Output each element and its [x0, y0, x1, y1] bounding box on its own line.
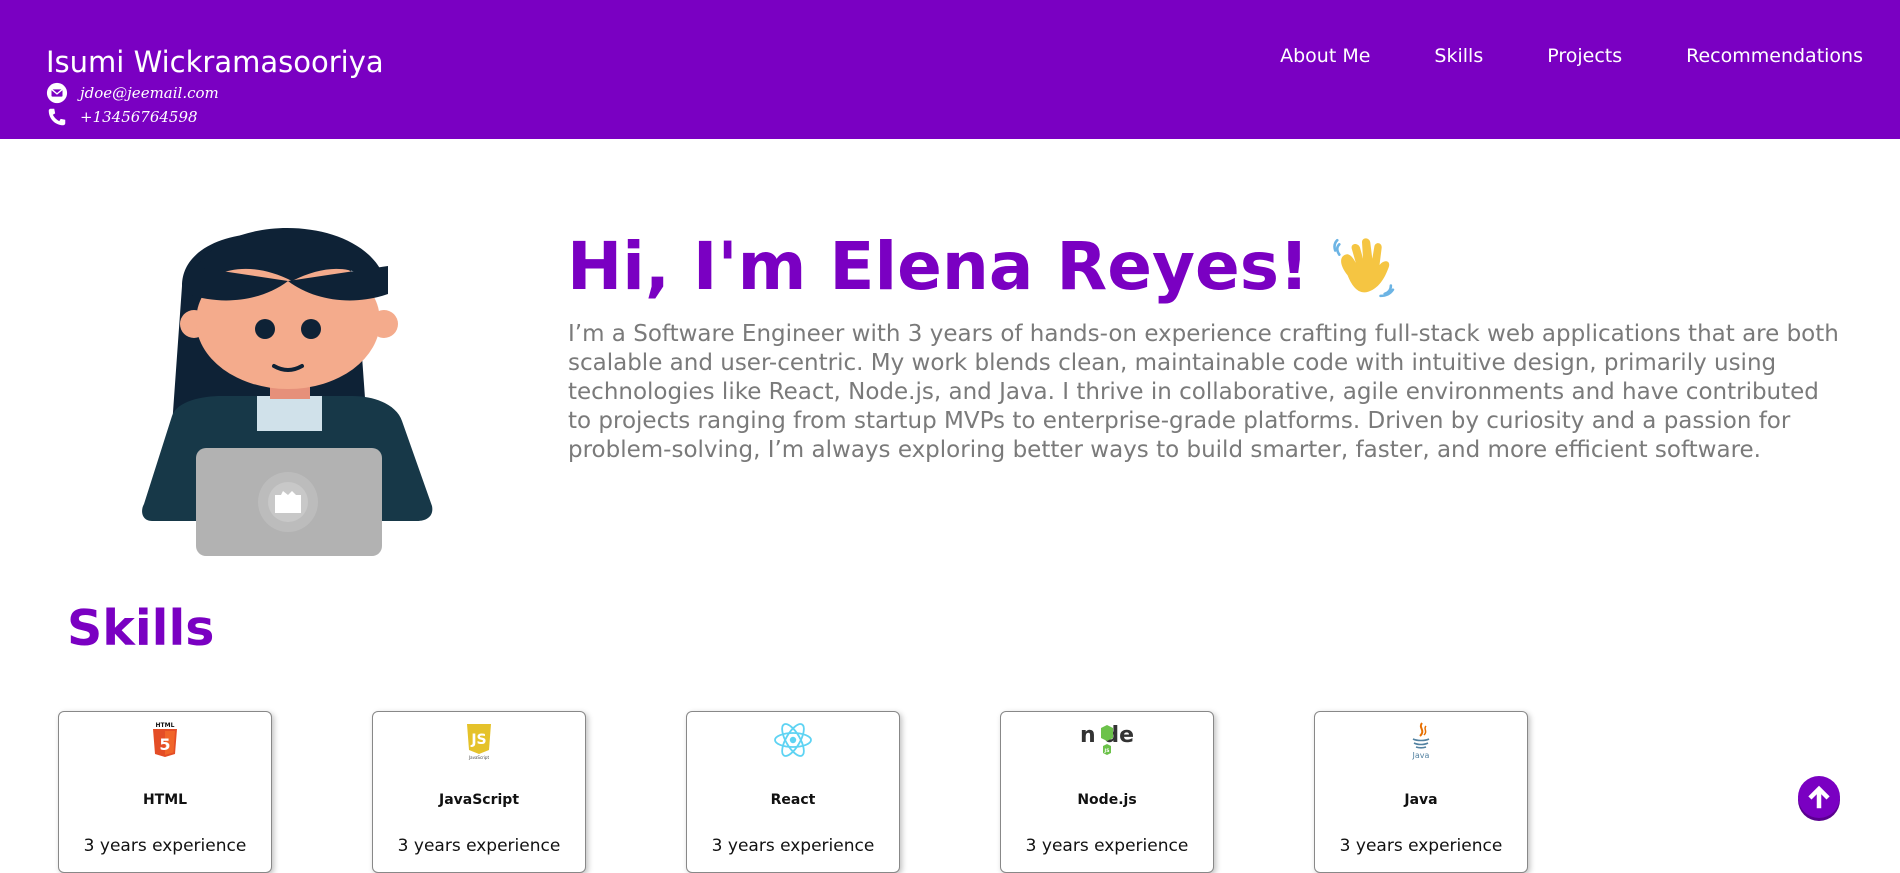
svg-text:Java: Java	[1412, 751, 1430, 760]
email-text: jdoe@jeemail.com	[80, 84, 219, 102]
nav-recommendations[interactable]: Recommendations	[1686, 45, 1863, 67]
skill-name: Node.js	[1077, 792, 1137, 808]
nodejs-icon: n de JS	[1080, 723, 1134, 755]
phone-contact[interactable]: +13456764598	[46, 106, 198, 128]
skill-name: JavaScript	[438, 792, 520, 808]
svg-text:JavaScript: JavaScript	[468, 755, 489, 760]
skill-card-javascript: JS JavaScript JavaScript 3 years experie…	[372, 711, 586, 873]
skill-experience: 3 years experience	[711, 836, 875, 856]
main-nav: About Me Skills Projects Recommendations	[1216, 45, 1863, 67]
nav-about-me[interactable]: About Me	[1280, 45, 1370, 67]
nav-projects[interactable]: Projects	[1547, 45, 1622, 67]
skill-card-java: Java Java 3 years experience	[1314, 711, 1528, 873]
email-contact[interactable]: jdoe@jeemail.com	[46, 82, 219, 104]
skill-experience: 3 years experience	[397, 836, 561, 856]
skill-card-nodejs: n de JS Node.js 3 years experience	[1000, 711, 1214, 873]
phone-icon	[48, 108, 66, 126]
hero-greeting: Hi, I'm Elena Reyes!	[567, 228, 1310, 305]
skill-card-html: HTML 5 HTML 3 years experience	[58, 711, 272, 873]
svg-text:HTML: HTML	[156, 722, 175, 729]
svg-text:5: 5	[159, 735, 170, 754]
svg-text:JS: JS	[1104, 748, 1110, 754]
java-icon: Java	[1412, 722, 1430, 760]
react-icon	[774, 723, 812, 757]
skill-experience: 3 years experience	[1339, 836, 1503, 856]
skills-section-title: Skills	[67, 600, 215, 657]
scroll-to-top-button[interactable]	[1798, 776, 1840, 818]
javascript-icon: JS JavaScript	[467, 724, 491, 760]
skill-card-react: React 3 years experience	[686, 711, 900, 873]
skill-experience: 3 years experience	[1025, 836, 1189, 856]
skill-experience: 3 years experience	[83, 836, 247, 856]
site-owner-name: Isumi Wickramasooriya	[46, 45, 384, 79]
hero-bio: I’m a Software Engineer with 3 years of …	[568, 321, 1839, 463]
phone-text: +13456764598	[80, 108, 198, 126]
waving-hand-icon	[1333, 237, 1395, 297]
developer-avatar-illustration	[142, 228, 433, 556]
nav-skills[interactable]: Skills	[1434, 45, 1483, 67]
hero-title: Hi, I'm Elena Reyes!	[567, 228, 1395, 305]
site-header: Isumi Wickramasooriya jdoe@jeemail.com +…	[0, 0, 1900, 139]
email-icon	[46, 82, 68, 104]
skill-name: Java	[1404, 792, 1438, 808]
skill-name: React	[770, 792, 816, 808]
html5-icon: HTML 5	[153, 722, 177, 757]
skill-name: HTML	[142, 792, 188, 808]
svg-text:JS: JS	[470, 732, 486, 748]
arrow-up-icon	[1808, 785, 1830, 809]
